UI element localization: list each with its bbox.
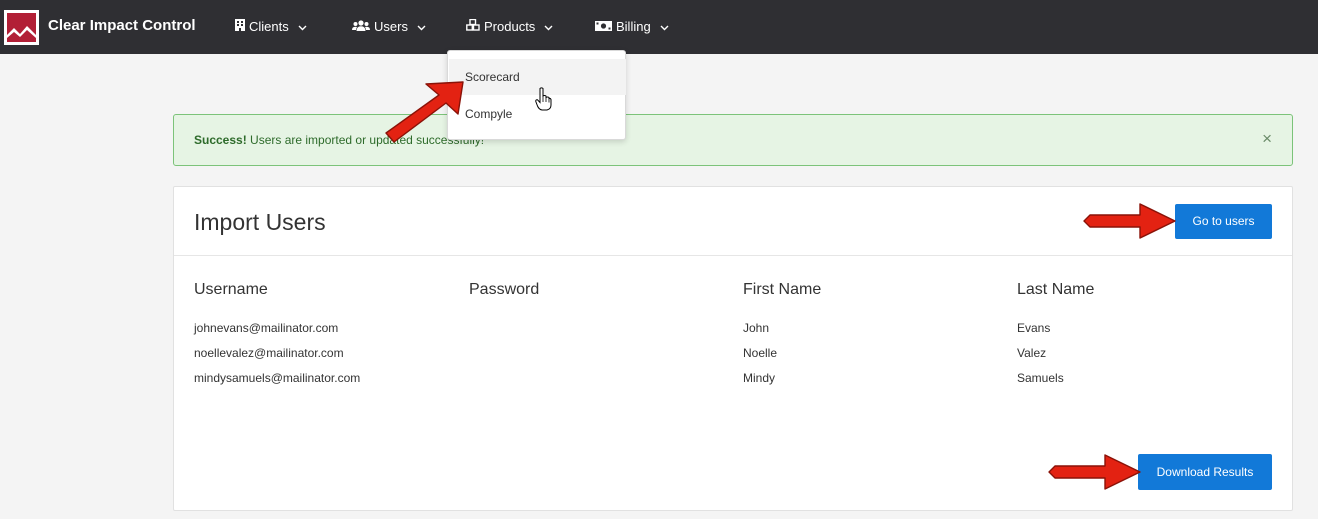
red-arrow-annotation-icon bbox=[385, 81, 464, 143]
dropdown-item-scorecard[interactable]: Scorecard bbox=[449, 59, 626, 111]
nav-products-label: Products bbox=[484, 19, 536, 34]
cubes-icon bbox=[466, 18, 480, 34]
dropdown-item-label: Compyle bbox=[465, 107, 513, 121]
page-title: Import Users bbox=[194, 209, 326, 235]
cell-username: johnevans@mailinator.com bbox=[194, 321, 339, 335]
users-icon bbox=[352, 19, 370, 34]
nav-users-label: Users bbox=[374, 19, 408, 34]
go-to-users-button[interactable]: Go to users bbox=[1175, 204, 1272, 239]
cell-last-name: Samuels bbox=[1017, 371, 1064, 385]
building-icon bbox=[235, 19, 245, 34]
nav-clients[interactable]: Clients bbox=[235, 19, 307, 34]
close-icon[interactable]: × bbox=[1262, 130, 1272, 147]
brand-name[interactable]: Clear Impact Control bbox=[48, 17, 196, 34]
products-dropdown-menu: Scorecard Compyle bbox=[447, 50, 626, 140]
chevron-down-icon bbox=[417, 19, 426, 34]
nav-billing-label: Billing bbox=[616, 19, 651, 34]
red-arrow-annotation-icon bbox=[1048, 454, 1141, 490]
cell-first-name: Noelle bbox=[743, 346, 778, 360]
mountain-logo-icon bbox=[7, 13, 36, 42]
column-header-last-name: Last Name bbox=[1017, 281, 1095, 298]
nav-users[interactable]: Users bbox=[352, 19, 426, 34]
cell-last-name: Evans bbox=[1017, 321, 1051, 335]
nav-billing[interactable]: Billing bbox=[595, 19, 669, 34]
nav-products[interactable]: Products bbox=[466, 18, 553, 34]
red-arrow-annotation-icon bbox=[1083, 203, 1176, 239]
cell-username: noellevalez@mailinator.com bbox=[194, 346, 344, 360]
cell-first-name: John bbox=[743, 321, 770, 335]
dropdown-item-compyle[interactable]: Compyle bbox=[449, 96, 626, 132]
logo[interactable] bbox=[4, 10, 39, 45]
cell-last-name: Valez bbox=[1017, 346, 1047, 360]
download-results-button[interactable]: Download Results bbox=[1138, 454, 1272, 490]
success-alert: Success! Users are imported or updated s… bbox=[173, 114, 1293, 166]
dropdown-item-label: Scorecard bbox=[465, 70, 520, 84]
nav-clients-label: Clients bbox=[249, 19, 289, 34]
chevron-down-icon bbox=[544, 19, 553, 34]
column-header-username: Username bbox=[194, 281, 268, 298]
cell-first-name: Mindy bbox=[743, 371, 776, 385]
column-header-first-name: First Name bbox=[743, 281, 822, 298]
chevron-down-icon bbox=[298, 19, 307, 34]
top-navbar: Clear Impact Control Clients Users Produ… bbox=[0, 0, 1318, 54]
cell-username: mindysamuels@mailinator.com bbox=[194, 371, 361, 385]
chevron-down-icon bbox=[660, 19, 669, 34]
money-bill-icon bbox=[595, 19, 612, 34]
alert-strong: Success! bbox=[194, 133, 247, 147]
column-header-password: Password bbox=[469, 281, 540, 298]
